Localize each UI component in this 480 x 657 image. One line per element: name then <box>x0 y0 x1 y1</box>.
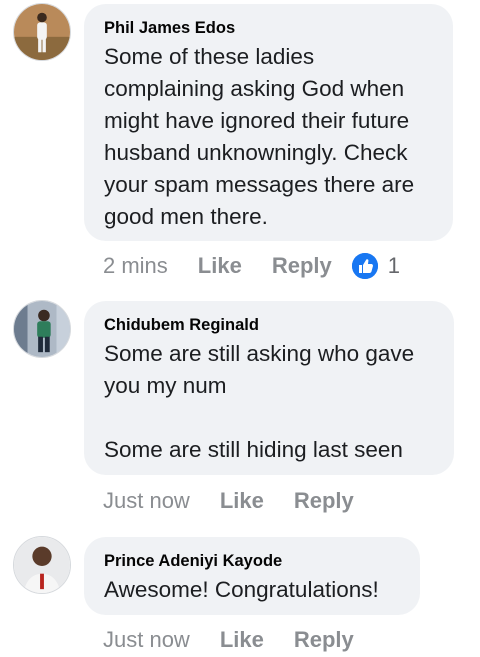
comment-author[interactable]: Phil James Edos <box>104 18 433 38</box>
comment-bubble: Chidubem Reginald Some are still asking … <box>84 301 454 475</box>
comment-text: Some are still asking who gave you my nu… <box>104 341 415 462</box>
comment-bubble: Phil James Edos Some of these ladies com… <box>84 4 453 241</box>
profile-photo <box>14 4 70 60</box>
like-button[interactable]: Like <box>220 488 264 514</box>
like-button[interactable]: Like <box>220 627 264 653</box>
avatar[interactable] <box>13 536 71 594</box>
comment-timestamp[interactable]: Just now <box>103 488 190 514</box>
comment-actions: 2 mins Like Reply 1 <box>103 251 400 281</box>
reaction-summary[interactable]: 1 <box>351 253 400 279</box>
profile-photo <box>14 537 70 593</box>
comment-timestamp[interactable]: 2 mins <box>103 253 168 279</box>
comment-author[interactable]: Prince Adeniyi Kayode <box>104 551 400 571</box>
profile-photo <box>14 301 70 357</box>
comment-text: Some of these ladies complaining asking … <box>104 44 421 229</box>
thumbs-up-icon <box>351 253 378 279</box>
comment-timestamp[interactable]: Just now <box>103 627 190 653</box>
avatar[interactable] <box>13 300 71 358</box>
comment-text: Awesome! Congratulations! <box>104 577 379 602</box>
reply-button[interactable]: Reply <box>294 627 354 653</box>
like-button[interactable]: Like <box>198 253 242 279</box>
comment-bubble: Prince Adeniyi Kayode Awesome! Congratul… <box>84 537 420 615</box>
reaction-count: 1 <box>387 253 400 278</box>
comment-actions: Just now Like Reply <box>103 486 384 516</box>
reply-button[interactable]: Reply <box>272 253 332 279</box>
reply-button[interactable]: Reply <box>294 488 354 514</box>
avatar[interactable] <box>13 3 71 61</box>
comment-author[interactable]: Chidubem Reginald <box>104 315 434 335</box>
comment-actions: Just now Like Reply <box>103 625 384 655</box>
